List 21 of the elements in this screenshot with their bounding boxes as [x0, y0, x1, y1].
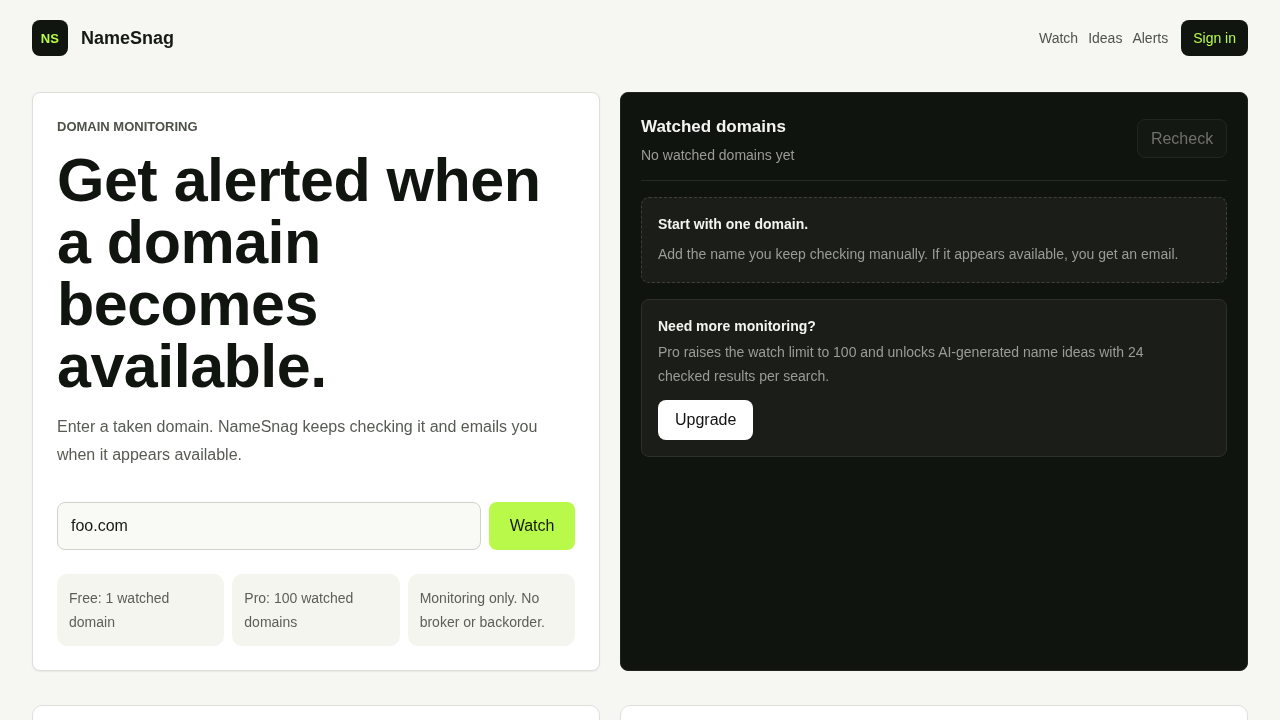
fact-tile: Free: 1 watched domain: [57, 574, 225, 646]
eyebrow-label: DOMAIN MONITORING: [57, 119, 199, 135]
watch-button[interactable]: Watch: [489, 502, 575, 550]
notice-title: Start with one domain.: [658, 215, 810, 234]
app-logo: NS: [32, 20, 68, 56]
notice-title: Need more monitoring?: [658, 317, 817, 336]
hero-description: Enter a taken domain. NameSnag keeps checking it and emails you when it appears available.: [57, 417, 539, 465]
panel-subtitle: No watched domains yet: [641, 146, 795, 165]
nav-link[interactable]: Ideas: [1088, 30, 1123, 46]
panel-title: Watched domains: [641, 116, 787, 138]
fact-tile: Pro: 100 watched domains: [232, 574, 400, 646]
notice-text: Pro raises the watch limit to 100 and unlocks AI-generated name ideas with 24 checked results per search.: [658, 343, 1145, 386]
notice-text: Add the name you keep checking manually. If it appears available, you get an email.: [658, 245, 1180, 264]
sign-in-button[interactable]: Sign in: [1181, 20, 1248, 56]
fact-tile: Monitoring only. No broker or backorder.: [407, 574, 575, 646]
headline: Get alerted when a domain becomes available.: [57, 149, 542, 397]
brand-name: NameSnag: [81, 27, 175, 49]
nav-link[interactable]: Alerts: [1132, 30, 1169, 46]
domain-input[interactable]: foo.com: [57, 502, 481, 550]
nav-link[interactable]: Watch: [1039, 30, 1079, 46]
upgrade-button[interactable]: Upgrade: [658, 400, 754, 440]
